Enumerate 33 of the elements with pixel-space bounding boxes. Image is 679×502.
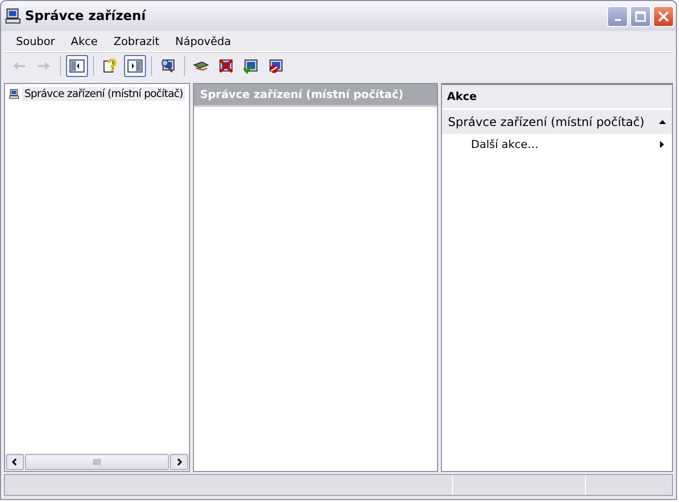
scroll-left-button[interactable]: [6, 454, 24, 470]
scroll-thumb[interactable]: [25, 454, 169, 470]
close-icon: [658, 10, 669, 22]
maximize-icon: [635, 10, 646, 22]
tree-item[interactable]: Správce zařízení (místní počítač): [22, 87, 185, 101]
chevron-left-icon: [11, 458, 19, 466]
scroll-right-button[interactable]: [170, 454, 188, 470]
menu-item[interactable]: Zobrazit: [106, 34, 168, 48]
section-title: Správce zařízení (místní počítač): [448, 115, 644, 129]
window-title: Správce zařízení: [25, 8, 148, 24]
computer-icon: [9, 86, 20, 102]
pane-header: Akce: [442, 85, 672, 110]
computer-icon: [5, 8, 21, 24]
horizontal-scrollbar[interactable]: [5, 453, 189, 471]
minimize-button[interactable]: [607, 6, 628, 26]
action-link[interactable]: Další akce…: [471, 138, 538, 151]
pane-header: Správce zařízení (místní počítač): [194, 84, 437, 107]
action-pane-icon: [127, 58, 143, 74]
chevron-right-icon: [175, 458, 183, 466]
monitor-check-icon: [243, 58, 259, 74]
monitor-no-entry-icon: [268, 58, 284, 74]
menu-item[interactable]: Akce: [62, 34, 106, 48]
toolbar-button[interactable]: [124, 55, 146, 77]
maximize-button[interactable]: [630, 6, 651, 26]
menu-item[interactable]: Nápověda: [167, 34, 239, 48]
tree-pane-icon: [69, 58, 85, 74]
close-button[interactable]: [653, 6, 674, 26]
toolbar-button[interactable]: [66, 55, 88, 77]
monitor-cross-icon: [218, 58, 234, 74]
menu-item[interactable]: Soubor: [8, 34, 63, 48]
help-icon: [102, 58, 118, 74]
minimize-icon: [614, 18, 620, 20]
monitor-magnifier-icon: [160, 58, 176, 74]
